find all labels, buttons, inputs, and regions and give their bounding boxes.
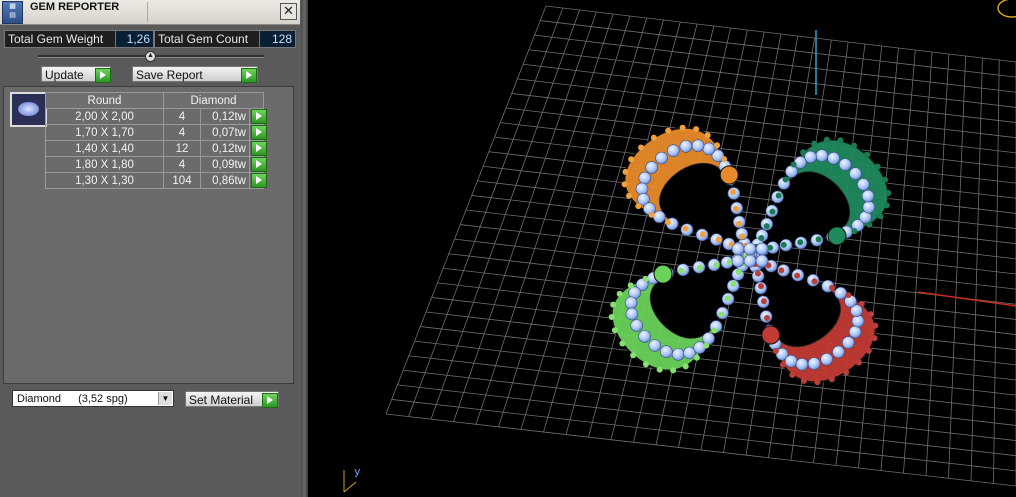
axis-line-horizontal: [917, 291, 1016, 307]
3d-viewport[interactable]: y: [308, 0, 1016, 497]
total-gem-weight-label: Total Gem Weight: [4, 30, 118, 48]
row-go-button[interactable]: [249, 124, 267, 141]
view-cube-icon[interactable]: [997, 0, 1016, 18]
update-go-icon: [95, 68, 111, 83]
gem-count: 104: [163, 172, 201, 189]
update-button[interactable]: Update: [41, 66, 111, 83]
table-row[interactable]: 2,00 X 2,00 4 0,12tw: [45, 108, 267, 125]
gem-size: 1,40 X 1,40: [45, 140, 164, 157]
jewelry-model: [608, 124, 892, 386]
table-row[interactable]: 1,70 X 1,70 4 0,07tw: [45, 124, 267, 141]
total-gem-count-value: 128: [259, 30, 296, 48]
go-arrow-icon: [251, 157, 267, 172]
row-go-button[interactable]: [249, 172, 267, 189]
table-row[interactable]: 1,80 X 1,80 4 0,09tw: [45, 156, 267, 173]
title-bar: ▦ ▤ GEM REPORTER ✕: [0, 0, 300, 25]
app-icon: ▦ ▤: [2, 1, 23, 24]
material-dropdown[interactable]: Diamond (3,52 spg) ▼: [12, 390, 174, 407]
row-go-button[interactable]: [249, 108, 267, 125]
gem-thumbnail-icon[interactable]: [10, 92, 47, 127]
column-header-shape: Round: [45, 92, 164, 109]
update-button-label: Update: [45, 68, 84, 82]
set-material-button-label: Set Material: [189, 393, 254, 407]
gem-weight: 0,86tw: [200, 172, 250, 189]
gem-count: 4: [163, 124, 201, 141]
go-arrow-icon: [251, 109, 267, 124]
set-material-button[interactable]: Set Material: [185, 391, 279, 408]
gem-size: 2,00 X 2,00: [45, 108, 164, 125]
go-arrow-icon: [251, 125, 267, 140]
floor-grid: [385, 5, 1016, 487]
gem-weight: 0,07tw: [200, 124, 250, 141]
material-spg: (3,52 spg): [78, 393, 128, 405]
axis-y-label: y: [354, 465, 361, 478]
petal-frame: [621, 124, 756, 261]
close-button[interactable]: ✕: [280, 3, 297, 20]
go-arrow-icon: [251, 173, 267, 188]
table-row[interactable]: 1,40 X 1,40 12 0,12tw: [45, 140, 267, 157]
save-report-go-icon: [241, 68, 257, 83]
gem-weight: 0,12tw: [200, 140, 250, 157]
gem-count: 12: [163, 140, 201, 157]
panel-divider[interactable]: [301, 0, 308, 497]
row-go-button[interactable]: [249, 140, 267, 157]
axis-gizmo: y: [343, 465, 361, 493]
panel-splitter-handle[interactable]: ▲: [145, 51, 156, 62]
table-header-row: Round Diamond: [45, 92, 264, 109]
title-separator: [147, 2, 148, 22]
set-material-go-icon: [262, 393, 278, 408]
gem-size: 1,30 X 1,30: [45, 172, 164, 189]
row-go-button[interactable]: [249, 156, 267, 173]
petal-frame: [744, 249, 879, 386]
gem-count: 4: [163, 108, 201, 125]
gem-table: Round Diamond 2,00 X 2,00 4 0,12tw 1,70 …: [45, 92, 267, 189]
viewport-canvas: y: [343, 0, 1016, 493]
material-name: Diamond: [17, 393, 62, 405]
total-gem-count-label: Total Gem Count: [154, 30, 262, 48]
gem-reporter-panel: ▦ ▤ GEM REPORTER ✕ Total Gem Weight 1,26 …: [0, 0, 301, 497]
petal-frame: [608, 249, 756, 374]
go-arrow-icon: [251, 141, 267, 156]
table-row[interactable]: 1,30 X 1,30 104 0,86tw: [45, 172, 267, 189]
total-gem-weight-value: 1,26: [115, 30, 154, 48]
gem-weight: 0,09tw: [200, 156, 250, 173]
gem-count: 4: [163, 156, 201, 173]
gem-size: 1,70 X 1,70: [45, 124, 164, 141]
gem-weight: 0,12tw: [200, 108, 250, 125]
window-title: GEM REPORTER: [30, 1, 120, 13]
save-report-button-label: Save Report: [136, 68, 203, 82]
gem-size: 1,80 X 1,80: [45, 156, 164, 173]
column-header-material: Diamond: [163, 92, 264, 109]
chevron-down-icon: ▼: [158, 392, 172, 405]
save-report-button[interactable]: Save Report: [132, 66, 258, 83]
